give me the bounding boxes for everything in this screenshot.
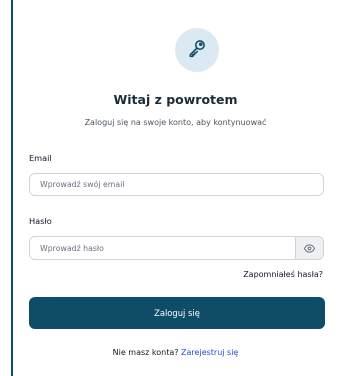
forgot-password-link[interactable]: Zapomniałeś hasła? (243, 270, 323, 279)
password-field-group (29, 236, 324, 260)
signup-prompt: Nie masz konta? Zarejestruj się (11, 348, 340, 357)
login-button[interactable]: Zaloguj się (29, 297, 325, 329)
page-subtitle: Zaloguj się na swoje konto, aby kontynuo… (84, 118, 267, 127)
password-label: Hasło (29, 216, 52, 226)
password-field[interactable] (29, 236, 324, 260)
key-icon (187, 38, 207, 62)
login-card: Witaj z powrotem Zaloguj się na swoje ko… (11, 0, 340, 376)
eye-icon (303, 239, 316, 258)
signup-link[interactable]: Zarejestruj się (181, 348, 238, 357)
email-label: Email (29, 153, 52, 163)
toggle-password-visibility-button[interactable] (295, 237, 323, 259)
email-field[interactable] (29, 173, 324, 196)
page-title: Witaj z powrotem (113, 92, 238, 107)
logo-badge (175, 28, 219, 72)
signup-prompt-text: Nie masz konta? (112, 348, 179, 357)
